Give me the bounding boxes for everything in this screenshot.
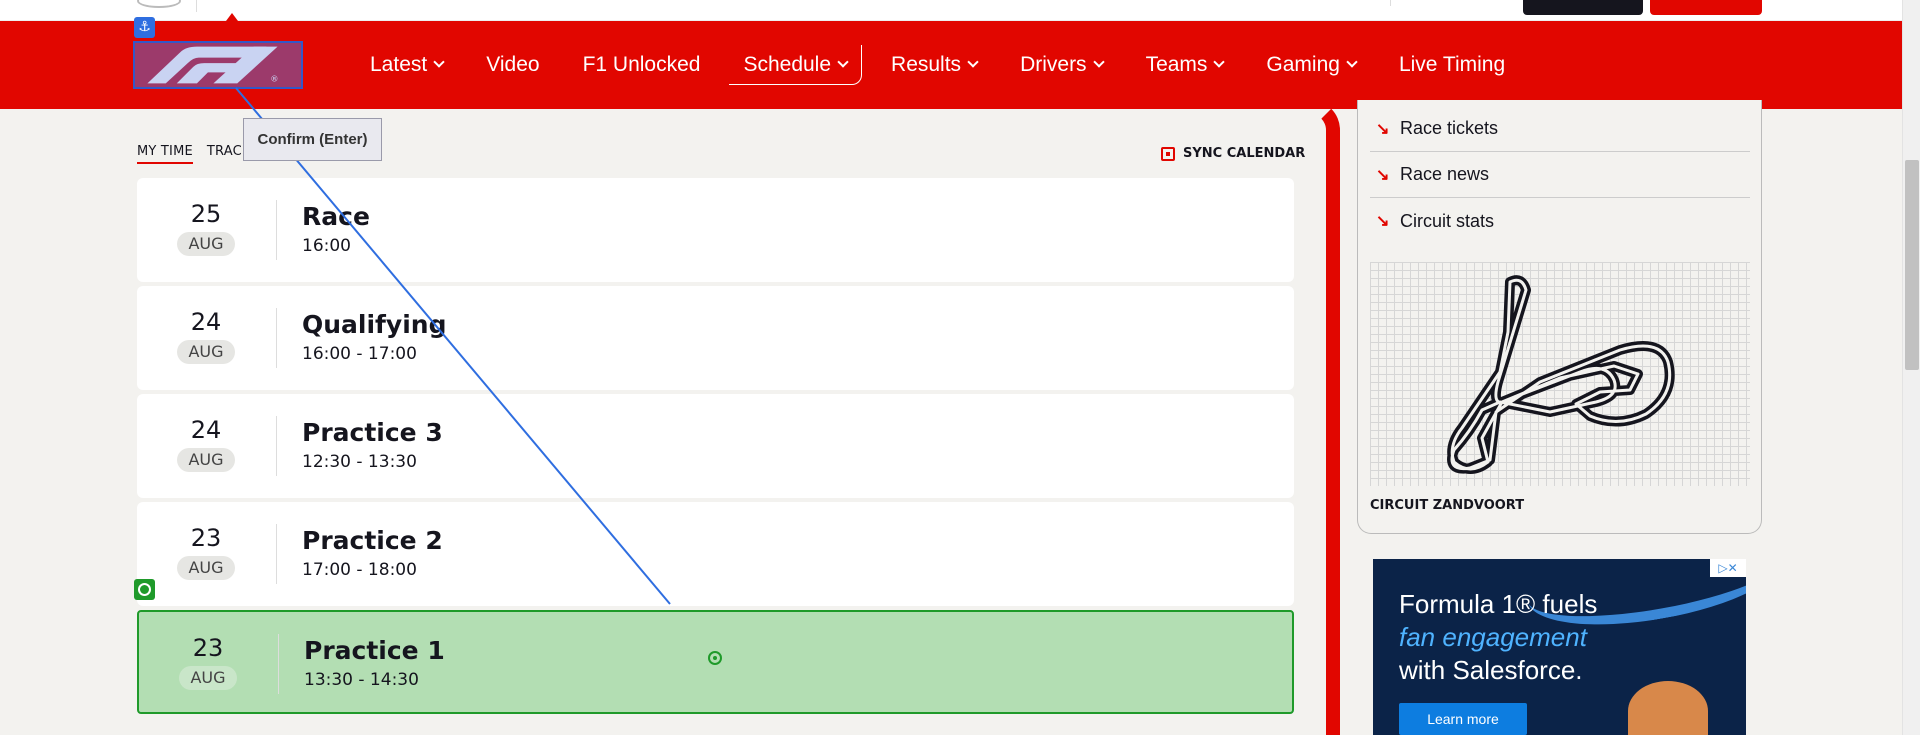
nav-teams[interactable]: Teams bbox=[1132, 45, 1238, 85]
crosshair-icon bbox=[708, 651, 722, 665]
session-month: AUG bbox=[179, 666, 237, 690]
session-row[interactable]: 24 AUG Qualifying 16:00 - 17:00 bbox=[137, 286, 1294, 390]
circuit-map[interactable] bbox=[1370, 262, 1750, 486]
ad-learn-more-button[interactable]: Learn more bbox=[1399, 703, 1527, 735]
link-label: Circuit stats bbox=[1400, 210, 1495, 231]
session-row[interactable]: 24 AUG Practice 3 12:30 - 13:30 bbox=[137, 394, 1294, 498]
session-name: Practice 2 bbox=[302, 526, 443, 555]
link-race-tickets[interactable]: ↘ Race tickets bbox=[1370, 106, 1750, 152]
chevron-down-icon bbox=[967, 56, 979, 68]
divider bbox=[276, 308, 277, 368]
nav-schedule[interactable]: Schedule bbox=[729, 45, 863, 85]
arrow-down-right-icon: ↘ bbox=[1376, 120, 1390, 138]
session-time: 12:30 - 13:30 bbox=[302, 452, 417, 472]
chevron-down-icon bbox=[433, 56, 445, 68]
session-day: 23 bbox=[192, 634, 224, 662]
advertisement[interactable]: ▷✕ Formula 1® fuels fan engagement with … bbox=[1373, 559, 1746, 735]
ad-choices-icon[interactable]: ▷✕ bbox=[1710, 559, 1746, 577]
session-time: 13:30 - 14:30 bbox=[304, 670, 419, 690]
timezone-tabs: MY TIME TRAC bbox=[137, 144, 242, 164]
ad-headline-2: fan engagement bbox=[1399, 622, 1587, 652]
session-day: 25 bbox=[190, 200, 222, 228]
session-time: 16:00 - 17:00 bbox=[302, 344, 417, 364]
session-time: 17:00 - 18:00 bbox=[302, 560, 417, 580]
ad-headline-3: with Salesforce. bbox=[1399, 655, 1583, 685]
session-month: AUG bbox=[177, 232, 235, 256]
nav-gaming[interactable]: Gaming bbox=[1252, 45, 1370, 85]
chevron-down-icon bbox=[1092, 56, 1105, 68]
nav-video[interactable]: Video bbox=[472, 45, 553, 85]
chevron-down-icon bbox=[1346, 56, 1358, 68]
divider bbox=[276, 416, 277, 476]
race-links-card: ↘ Race tickets ↘ Race news ↘ Circuit sta… bbox=[1357, 100, 1762, 534]
f1-logo[interactable]: ® bbox=[133, 41, 303, 89]
chevron-down-icon bbox=[1213, 56, 1226, 68]
partner-logo bbox=[137, 0, 181, 8]
nav-results[interactable]: Results bbox=[877, 45, 991, 85]
session-month: AUG bbox=[177, 448, 235, 472]
session-name: Practice 1 bbox=[304, 636, 445, 665]
chevron-down-icon bbox=[837, 55, 849, 68]
nav-drivers[interactable]: Drivers bbox=[1006, 45, 1117, 85]
link-label: Race tickets bbox=[1400, 118, 1499, 138]
circuit-name: CIRCUIT ZANDVOORT bbox=[1370, 498, 1525, 513]
red-border-decoration bbox=[1300, 100, 1340, 735]
sync-calendar-button[interactable]: SYNC CALENDAR bbox=[1161, 146, 1305, 161]
sync-calendar-label: SYNC CALENDAR bbox=[1183, 146, 1306, 161]
ad-headline-1: Formula 1® fuels bbox=[1399, 589, 1598, 619]
session-month: AUG bbox=[177, 340, 235, 364]
tab-my-time[interactable]: MY TIME bbox=[137, 144, 193, 164]
nav-label: Live Timing bbox=[1398, 53, 1506, 76]
session-month: AUG bbox=[177, 556, 235, 580]
target-icon bbox=[134, 579, 155, 600]
scrollbar-thumb[interactable] bbox=[1905, 160, 1919, 370]
session-name: Race bbox=[302, 202, 370, 231]
nav-label: Latest bbox=[370, 53, 428, 76]
link-race-news[interactable]: ↘ Race news bbox=[1370, 152, 1750, 198]
f1-logo-icon: ® bbox=[147, 46, 279, 84]
nav-label: Gaming bbox=[1266, 53, 1340, 76]
divider bbox=[196, 0, 197, 12]
session-day: 24 bbox=[190, 416, 222, 444]
nav-latest[interactable]: Latest bbox=[356, 45, 457, 85]
top-utility-bar bbox=[0, 0, 1920, 21]
circuit-track-icon bbox=[1447, 275, 1675, 474]
arrow-down-right-icon: ↘ bbox=[1376, 166, 1390, 184]
link-label: Race news bbox=[1400, 164, 1490, 184]
caret-indicator bbox=[226, 13, 238, 21]
arrow-down-right-icon: ↘ bbox=[1376, 213, 1390, 230]
link-circuit-stats[interactable]: ↘ Circuit stats bbox=[1370, 198, 1750, 244]
main-navigation: ® Latest Video F1 Unlocked Schedule Resu… bbox=[0, 13, 1920, 109]
nav-label: Schedule bbox=[743, 52, 832, 76]
nav-live-timing[interactable]: Live Timing bbox=[1385, 45, 1519, 85]
svg-text:®: ® bbox=[270, 74, 278, 84]
session-name: Practice 3 bbox=[302, 418, 443, 447]
divider bbox=[276, 524, 277, 584]
anchor-icon: ⚓ bbox=[134, 17, 155, 38]
nav-label: Video bbox=[486, 53, 540, 76]
session-row[interactable]: 23 AUG Practice 2 17:00 - 18:00 bbox=[137, 502, 1294, 606]
confirm-tooltip: Confirm (Enter) bbox=[243, 118, 382, 161]
session-day: 24 bbox=[190, 308, 222, 336]
page-scrollbar[interactable] bbox=[1902, 0, 1920, 735]
divider bbox=[1390, 0, 1391, 6]
session-name: Qualifying bbox=[302, 310, 447, 339]
session-list: 25 AUG Race 16:00 24 AUG Qualifying 16:0… bbox=[137, 178, 1294, 718]
session-day: 23 bbox=[190, 524, 222, 552]
session-time: 16:00 bbox=[302, 236, 351, 256]
nav-label: Drivers bbox=[1020, 53, 1087, 76]
nav-label: Teams bbox=[1145, 53, 1208, 76]
session-row[interactable]: 25 AUG Race 16:00 bbox=[137, 178, 1294, 282]
subscribe-button[interactable] bbox=[1650, 0, 1762, 15]
calendar-icon bbox=[1161, 146, 1175, 161]
divider bbox=[276, 200, 277, 260]
divider bbox=[278, 634, 279, 694]
ad-image bbox=[1628, 681, 1708, 735]
tab-track-time[interactable]: TRAC bbox=[207, 144, 242, 164]
sign-in-button[interactable] bbox=[1523, 0, 1643, 15]
nav-menu: Latest Video F1 Unlocked Schedule Result… bbox=[356, 21, 1534, 109]
nav-f1-unlocked[interactable]: F1 Unlocked bbox=[569, 45, 715, 85]
nav-label: Results bbox=[891, 53, 962, 76]
nav-label: F1 Unlocked bbox=[582, 53, 701, 76]
